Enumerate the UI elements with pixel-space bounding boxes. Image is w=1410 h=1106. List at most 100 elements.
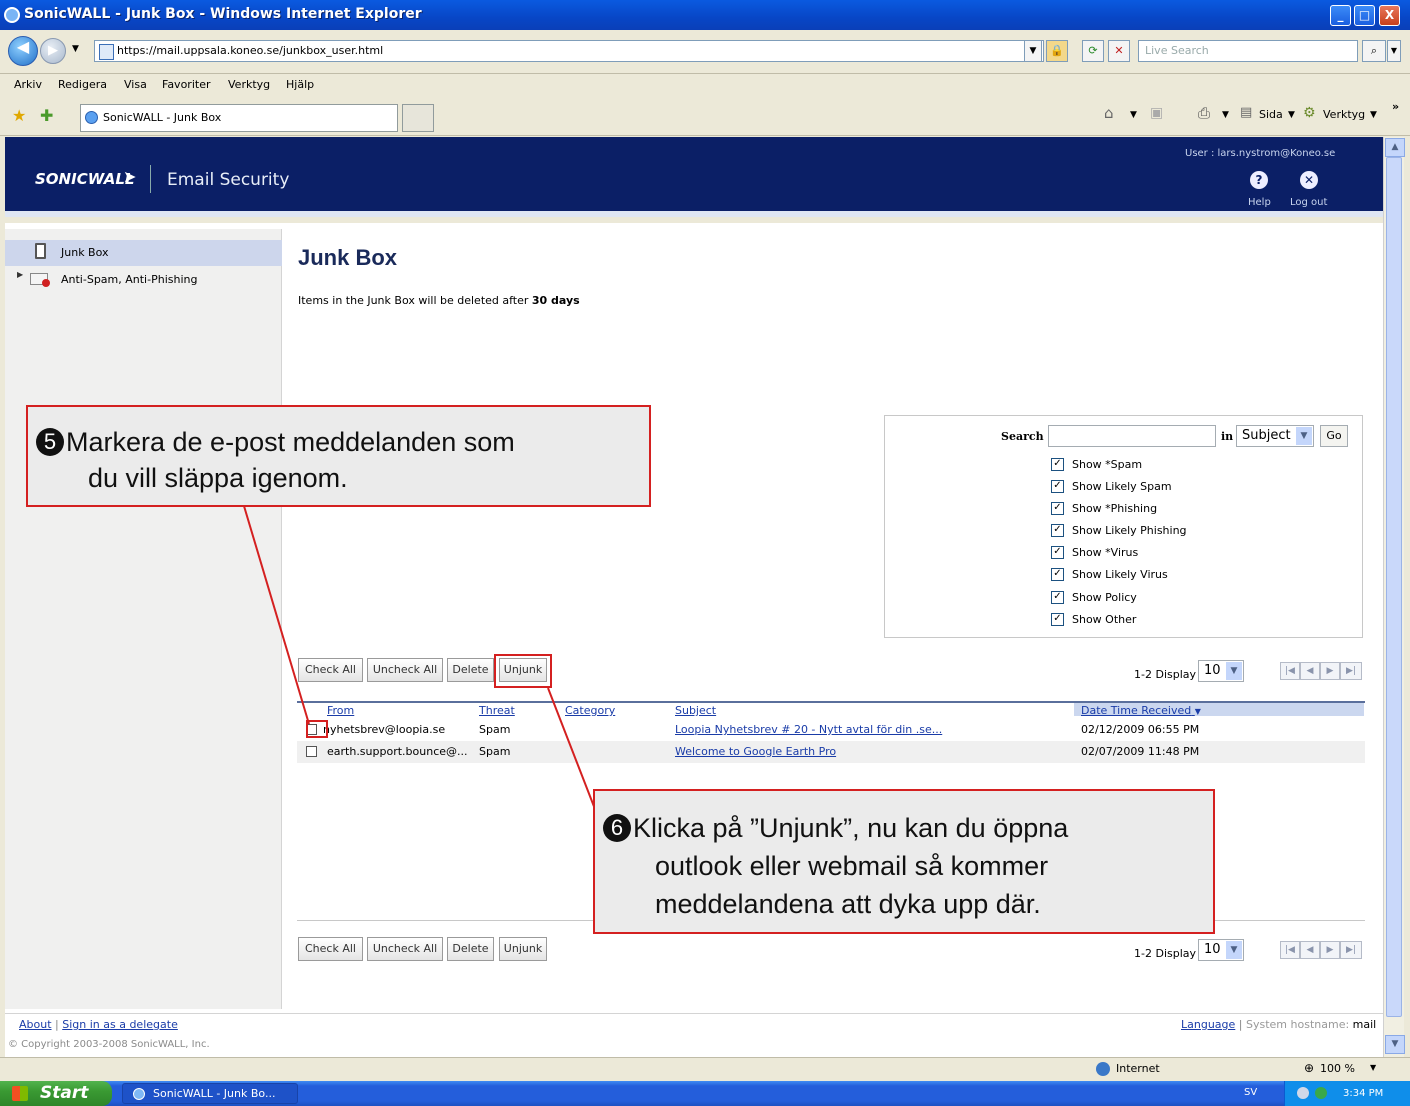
toolbar-overflow-icon[interactable]: » — [1392, 100, 1399, 113]
cell-subject-link[interactable]: Welcome to Google Earth Pro — [675, 745, 836, 758]
row-checkbox[interactable] — [306, 746, 317, 757]
tray-icon[interactable] — [1297, 1087, 1309, 1099]
menu-visa[interactable]: Visa — [124, 78, 147, 91]
last-page-button-bottom[interactable]: ▶| — [1340, 941, 1362, 959]
scroll-up-icon[interactable]: ▲ — [1385, 138, 1405, 157]
tools-icon[interactable]: ⚙ — [1303, 105, 1316, 121]
col-subject[interactable]: Subject — [675, 704, 716, 717]
menu-arkiv[interactable]: Arkiv — [14, 78, 42, 91]
uncheck-all-button-bottom[interactable]: Uncheck All — [367, 937, 443, 961]
next-page-button-bottom[interactable]: ▶ — [1320, 941, 1340, 959]
go-button[interactable]: Go — [1320, 425, 1348, 447]
feeds-icon[interactable]: ▣ — [1150, 105, 1163, 121]
filter-virus[interactable]: ✓ Show *Virus — [1051, 545, 1138, 564]
print-dropdown-icon[interactable]: ▼ — [1222, 110, 1229, 120]
search-input[interactable] — [1048, 425, 1216, 447]
search-options-icon[interactable]: ▼ — [1387, 40, 1401, 62]
tools-menu-label[interactable]: Verktyg — [1323, 108, 1365, 121]
history-dropdown-icon[interactable]: ▼ — [72, 44, 79, 54]
close-button[interactable]: X — [1379, 5, 1400, 26]
checkbox-checked[interactable]: ✓ — [1051, 457, 1064, 471]
menu-verktyg[interactable]: Verktyg — [228, 78, 270, 91]
col-date-received[interactable]: Date Time Received ▼ — [1081, 704, 1201, 717]
delete-button[interactable]: Delete — [447, 658, 494, 682]
forward-button[interactable]: ▶ — [40, 38, 66, 64]
uncheck-all-button[interactable]: Uncheck All — [367, 658, 443, 682]
minimize-button[interactable]: _ — [1330, 5, 1351, 26]
col-threat[interactable]: Threat — [479, 704, 515, 717]
checkbox-checked[interactable]: ✓ — [1051, 612, 1064, 626]
checkbox-checked[interactable]: ✓ — [1051, 567, 1064, 581]
check-all-button[interactable]: Check All — [298, 658, 363, 682]
filter-likely-spam[interactable]: ✓ Show Likely Spam — [1051, 479, 1172, 498]
delete-button-bottom[interactable]: Delete — [447, 937, 494, 961]
next-page-button[interactable]: ▶ — [1320, 662, 1340, 680]
tools-dropdown-icon[interactable]: ▼ — [1370, 110, 1377, 120]
filter-likely-phishing[interactable]: ✓ Show Likely Phishing — [1051, 523, 1187, 542]
back-button[interactable]: ◀ — [8, 36, 38, 66]
zoom-icon[interactable]: ⊕ — [1304, 1061, 1314, 1075]
tray-icon[interactable] — [1315, 1087, 1327, 1099]
zoom-level[interactable]: 100 % — [1320, 1062, 1355, 1075]
zoom-dropdown-icon[interactable]: ▼ — [1370, 1063, 1376, 1072]
maximize-button[interactable]: □ — [1354, 5, 1375, 26]
page-menu-label[interactable]: Sida — [1259, 108, 1283, 121]
first-page-button-bottom[interactable]: |◀ — [1280, 941, 1300, 959]
help-link[interactable]: Help — [1248, 197, 1271, 208]
last-page-button[interactable]: ▶| — [1340, 662, 1362, 680]
print-icon[interactable]: ⎙ — [1198, 104, 1210, 122]
logout-icon[interactable]: ✕ — [1300, 171, 1318, 189]
start-button[interactable]: Start — [0, 1081, 112, 1106]
display-count-select-bottom[interactable]: 10 ▼ — [1198, 939, 1244, 961]
filter-likely-virus[interactable]: ✓ Show Likely Virus — [1051, 567, 1168, 586]
sidebar-item-anti-spam[interactable]: ▶ Anti-Spam, Anti-Phishing — [5, 268, 282, 292]
add-favorites-icon[interactable]: ✚ — [40, 106, 53, 125]
col-category[interactable]: Category — [565, 704, 615, 717]
scroll-thumb[interactable] — [1386, 157, 1402, 1017]
tab-sonicwall-junk-box[interactable]: SonicWALL - Junk Box — [80, 104, 398, 132]
first-page-button[interactable]: |◀ — [1280, 662, 1300, 680]
filter-policy[interactable]: ✓ Show Policy — [1051, 590, 1137, 609]
menu-hjalp[interactable]: Hjälp — [286, 78, 314, 91]
menu-redigera[interactable]: Redigera — [58, 78, 107, 91]
logout-link[interactable]: Log out — [1290, 197, 1327, 208]
page-menu-icon[interactable]: ▤ — [1240, 105, 1252, 120]
checkbox-checked[interactable]: ✓ — [1051, 590, 1064, 604]
filter-spam[interactable]: ✓ Show *Spam — [1051, 457, 1142, 476]
unjunk-button-bottom[interactable]: Unjunk — [499, 937, 547, 961]
filter-other[interactable]: ✓ Show Other — [1051, 612, 1136, 631]
live-search-input[interactable]: Live Search — [1138, 40, 1358, 62]
language-link[interactable]: Language — [1181, 1018, 1235, 1031]
prev-page-button-bottom[interactable]: ◀ — [1300, 941, 1320, 959]
checkbox-checked[interactable]: ✓ — [1051, 501, 1064, 515]
checkbox-checked[interactable]: ✓ — [1051, 479, 1064, 493]
taskbar-item-ie[interactable]: SonicWALL - Junk Bo... — [122, 1083, 298, 1104]
display-count-select[interactable]: 10 ▼ — [1198, 660, 1244, 682]
menu-favoriter[interactable]: Favoriter — [162, 78, 210, 91]
home-icon[interactable]: ⌂ — [1104, 104, 1114, 122]
stop-icon[interactable]: ✕ — [1108, 40, 1130, 62]
favorites-star-icon[interactable]: ★ — [12, 106, 26, 125]
sidebar-item-junk-box[interactable]: Junk Box — [5, 240, 282, 266]
lock-icon[interactable]: 🔒 — [1046, 40, 1068, 62]
url-field[interactable]: https://mail.uppsala.koneo.se/junkbox_us… — [94, 40, 1044, 62]
checkbox-checked[interactable]: ✓ — [1051, 545, 1064, 559]
col-from[interactable]: From — [327, 704, 354, 717]
about-link[interactable]: About — [19, 1018, 52, 1031]
page-dropdown-icon[interactable]: ▼ — [1288, 110, 1295, 120]
filter-phishing[interactable]: ✓ Show *Phishing — [1051, 501, 1157, 520]
check-all-button-bottom[interactable]: Check All — [298, 937, 363, 961]
url-dropdown-button[interactable]: ▼ — [1024, 40, 1042, 62]
search-icon[interactable]: ⌕ — [1362, 40, 1386, 62]
checkbox-checked[interactable]: ✓ — [1051, 523, 1064, 537]
prev-page-button[interactable]: ◀ — [1300, 662, 1320, 680]
scroll-down-icon[interactable]: ▼ — [1385, 1035, 1405, 1054]
delegate-link[interactable]: Sign in as a delegate — [62, 1018, 178, 1031]
cell-subject-link[interactable]: Loopia Nyhetsbrev # 20 - Nytt avtal för … — [675, 723, 942, 736]
refresh-icon[interactable]: ⟳ — [1082, 40, 1104, 62]
search-field-select[interactable]: Subject ▼ — [1236, 425, 1314, 447]
expand-arrow-icon[interactable]: ▶ — [17, 270, 23, 279]
vertical-scrollbar[interactable]: ▲ ▼ — [1383, 137, 1405, 1057]
help-icon[interactable]: ? — [1250, 171, 1268, 189]
home-dropdown-icon[interactable]: ▼ — [1130, 110, 1137, 120]
